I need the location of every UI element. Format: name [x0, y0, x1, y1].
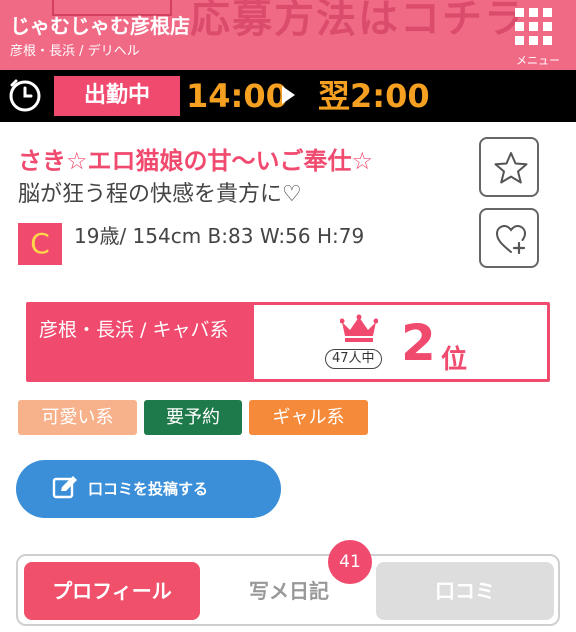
shift-status-badge: 出勤中 [54, 76, 180, 116]
menu-button[interactable]: メニュー [508, 6, 568, 68]
banner-text: 応募方法はコチラ [190, 0, 526, 42]
tag-gal[interactable]: ギャル系 [249, 400, 368, 435]
shift-bar: 出勤中 14:00 翌2:00 [0, 70, 576, 122]
post-review-label: 口コミを投稿する [88, 480, 209, 498]
like-button[interactable] [479, 208, 539, 268]
tag-reservation[interactable]: 要予約 [144, 400, 242, 435]
menu-grid-icon [515, 8, 555, 48]
ranking-unit: 位 [441, 345, 468, 375]
clock-icon [9, 79, 41, 112]
edit-icon [52, 476, 77, 499]
arrow-right-icon [282, 86, 295, 104]
header: 応募方法はコチラ じゃむじゃむ彦根店 彦根・長浜 / デリヘル メニュー [0, 0, 576, 70]
ranking-count: 47人中 [325, 349, 382, 369]
heart-plus-icon [495, 224, 527, 255]
tab-bar: プロフィール 写メ日記 口コミ [16, 554, 560, 626]
shift-end-time: 翌2:00 [318, 77, 430, 115]
profile-stats: 19歳/ 154cm B:83 W:56 H:79 [74, 224, 365, 248]
star-icon [494, 152, 528, 184]
shift-start-time: 14:00 [186, 77, 288, 115]
ranking-box[interactable]: 彦根・長浜 / キャバ系 47人中 2 位 [26, 302, 550, 382]
diary-count-badge: 41 [328, 540, 372, 584]
sub-catchphrase: 脳が狂う程の快感を貴方に♡ [18, 182, 302, 207]
catchphrase: さき☆エロ猫娘の甘〜いご奉仕☆ [18, 147, 374, 175]
tab-profile[interactable]: プロフィール [24, 562, 200, 620]
post-review-button[interactable]: 口コミを投稿する [16, 460, 281, 518]
crown-icon [340, 314, 378, 342]
cup-badge: C [18, 223, 62, 265]
favorite-button[interactable] [479, 137, 539, 197]
menu-label: メニュー [516, 54, 560, 67]
ranking-category: 彦根・長浜 / キャバ系 [29, 305, 254, 379]
tab-reviews[interactable]: 口コミ [376, 562, 554, 620]
tag-kawaii[interactable]: 可愛い系 [18, 400, 137, 435]
shop-area: 彦根・長浜 / デリヘル [10, 44, 140, 59]
shop-name[interactable]: じゃむじゃむ彦根店 [10, 10, 190, 39]
ranking-number: 2 [401, 314, 436, 372]
